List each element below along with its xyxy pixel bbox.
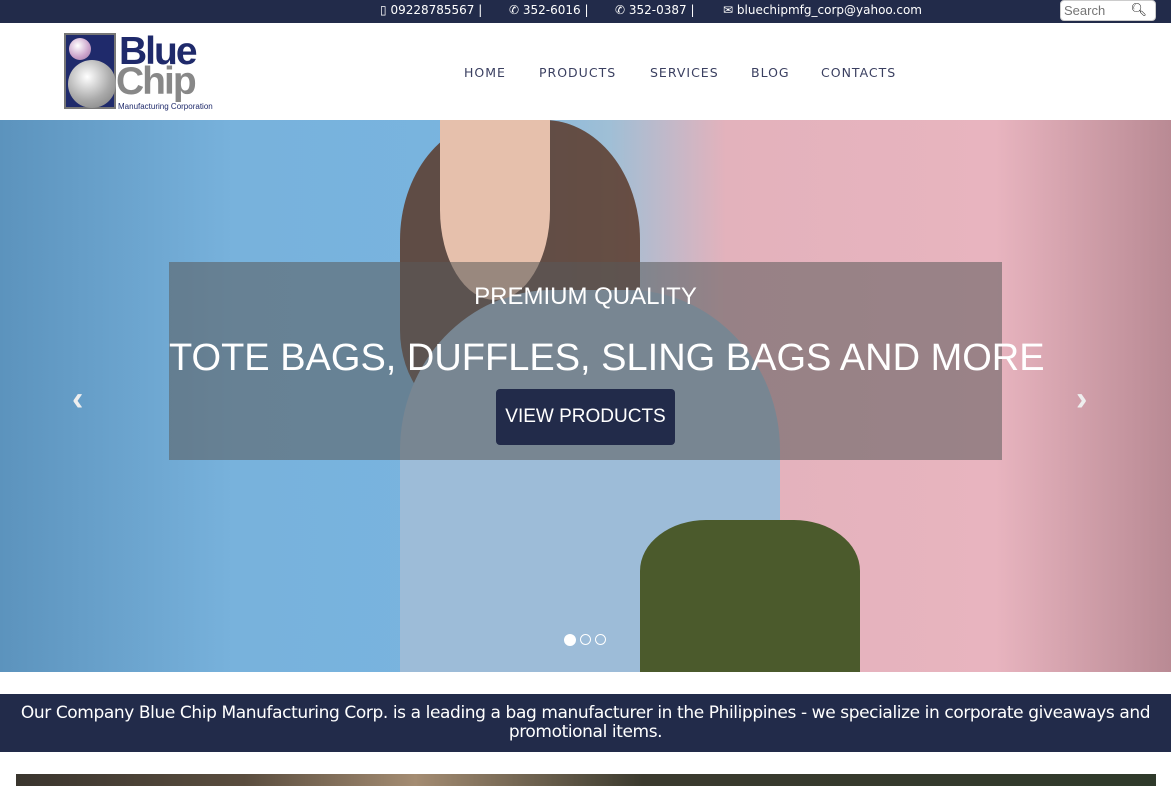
prev-slide-icon[interactable]: ‹: [72, 380, 83, 419]
company-statement: Our Company Blue Chip Manufacturing Corp…: [0, 694, 1171, 752]
search-box: 🔍︎: [1060, 0, 1156, 21]
email-link[interactable]: bluechipmfg_corp@yahoo.com: [737, 3, 922, 17]
mobile-number: 09228785567 |: [390, 3, 483, 17]
top-bar: ▯ 09228785567 | ✆ 352-6016 | ✆ 352-0387 …: [0, 0, 1171, 23]
view-products-button[interactable]: VIEW PRODUCTS: [496, 389, 675, 445]
phone-contact-2: ✆ 352-0387 |: [615, 3, 695, 17]
carousel-indicators: [564, 634, 606, 646]
nav-services[interactable]: SERVICES: [650, 65, 719, 80]
slide-indicator-1[interactable]: [564, 634, 576, 646]
logo-tagline: Manufacturing Corporation: [118, 102, 213, 111]
phone-icon: ✆: [509, 3, 520, 17]
phone-icon: ✆: [615, 3, 626, 17]
hero-subtitle: PREMIUM QUALITY: [474, 283, 697, 310]
slide-indicator-3[interactable]: [595, 634, 606, 645]
hero-image-bag: [640, 520, 860, 672]
email-contact[interactable]: ✉ bluechipmfg_corp@yahoo.com: [723, 3, 922, 17]
phone-number-1: 352-6016 |: [522, 3, 589, 17]
featured-image: [16, 774, 1156, 786]
hero-title: TOTE BAGS, DUFFLES, SLING BAGS AND MORE: [169, 337, 1045, 379]
logo[interactable]: Blue Chip Manufacturing Corporation: [64, 30, 214, 112]
nav-blog[interactable]: BLOG: [751, 65, 790, 80]
caption-box: PREMIUM QUALITY TOTE BAGS, DUFFLES, SLIN…: [169, 262, 1045, 460]
phone-number-2: 352-0387 |: [628, 3, 695, 17]
search-icon[interactable]: 🔍︎: [1130, 3, 1147, 18]
hero-carousel: PREMIUM QUALITY TOTE BAGS, DUFFLES, SLIN…: [0, 120, 1171, 672]
nav-contacts[interactable]: CONTACTS: [821, 65, 896, 80]
header: Blue Chip Manufacturing Corporation HOME…: [0, 23, 1171, 120]
mobile-contact: ▯ 09228785567 |: [380, 3, 482, 17]
slide-indicator-2[interactable]: [580, 634, 591, 645]
nav-home[interactable]: HOME: [464, 65, 506, 80]
next-slide-icon[interactable]: ›: [1076, 380, 1087, 419]
mobile-icon: ▯: [380, 3, 387, 17]
search-input[interactable]: [1061, 1, 1131, 20]
envelope-icon: ✉: [723, 3, 734, 17]
logo-text-chip: Chip: [116, 60, 197, 103]
nav-products[interactable]: PRODUCTS: [539, 65, 616, 80]
phone-contact-1: ✆ 352-6016 |: [509, 3, 589, 17]
